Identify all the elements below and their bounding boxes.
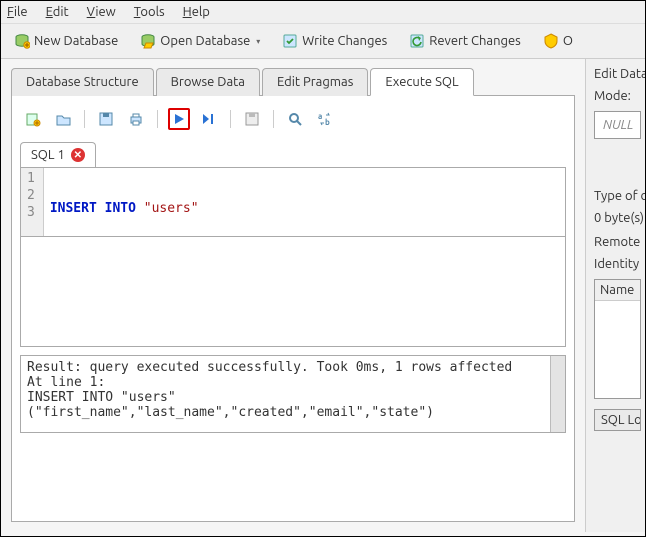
- menu-view[interactable]: View: [87, 5, 116, 19]
- menu-file[interactable]: File: [7, 5, 28, 19]
- write-changes-button[interactable]: Write Changes: [277, 30, 392, 52]
- new-database-label: New Database: [34, 34, 118, 48]
- revert-changes-label: Revert Changes: [429, 34, 521, 48]
- sql-log-button[interactable]: SQL Log: [594, 409, 641, 431]
- find-replace-icon[interactable]: ab: [314, 108, 336, 130]
- menu-edit[interactable]: Edit: [46, 5, 69, 19]
- main-tabs: Database Structure Browse Data Edit Prag…: [11, 67, 575, 96]
- write-changes-icon: [282, 33, 298, 49]
- side-title: Edit Database Cell: [594, 67, 641, 81]
- sql-toolbar: ab: [20, 104, 566, 140]
- close-tab-icon[interactable]: ✕: [71, 148, 85, 162]
- mode-label: Mode:: [594, 89, 641, 103]
- sql-editor[interactable]: 1 2 3 INSERT INTO "users" ("first_name",…: [20, 167, 566, 237]
- tab-execute-sql[interactable]: Execute SQL: [370, 68, 473, 96]
- find-icon[interactable]: [284, 108, 306, 130]
- menu-tools[interactable]: Tools: [134, 5, 165, 19]
- open-database-icon: [140, 33, 156, 49]
- name-column-header[interactable]: Name: [595, 280, 640, 301]
- main-area: Database Structure Browse Data Edit Prag…: [1, 59, 585, 532]
- save-results-icon[interactable]: [241, 108, 263, 130]
- bytes-label: 0 byte(s): [594, 211, 641, 225]
- open-project-button[interactable]: O: [538, 30, 578, 52]
- result-log[interactable]: Result: query executed successfully. Too…: [20, 355, 566, 433]
- revert-changes-icon: [409, 33, 425, 49]
- cell-value-box[interactable]: NULL: [594, 111, 641, 139]
- new-database-button[interactable]: New Database: [9, 30, 123, 52]
- menu-help[interactable]: Help: [183, 5, 210, 19]
- result-line: At line 1:: [27, 375, 559, 390]
- dropdown-arrow-icon[interactable]: ▾: [256, 37, 260, 46]
- execute-sql-panel: ab SQL 1 ✕ 1 2 3 INSERT INTO "users" ("f…: [11, 96, 575, 522]
- remote-label: Remote: [594, 235, 641, 249]
- new-database-icon: [14, 33, 30, 49]
- identity-label: Identity: [594, 257, 641, 271]
- execute-line-icon[interactable]: [198, 108, 220, 130]
- sql-tab-label: SQL 1: [31, 148, 65, 162]
- main-toolbar: New Database Open Database ▾ Write Chang…: [1, 24, 645, 59]
- side-panel: Edit Database Cell Mode: NULL Type of da…: [585, 59, 645, 532]
- save-sql-icon[interactable]: [95, 108, 117, 130]
- new-sql-tab-icon[interactable]: [22, 108, 44, 130]
- open-project-label: O: [563, 34, 573, 48]
- open-sql-file-icon[interactable]: [52, 108, 74, 130]
- line-gutter: 1 2 3: [21, 168, 44, 236]
- type-label: Type of data currently in cell:: [594, 189, 641, 203]
- tab-edit-pragmas[interactable]: Edit Pragmas: [262, 68, 368, 96]
- identity-list[interactable]: Name: [594, 279, 641, 399]
- revert-changes-button[interactable]: Revert Changes: [404, 30, 526, 52]
- sql-tab-1[interactable]: SQL 1 ✕: [20, 142, 96, 167]
- open-database-label: Open Database: [160, 34, 250, 48]
- sql-code-area[interactable]: INSERT INTO "users" ("first_name","last_…: [44, 168, 565, 236]
- open-project-icon: [543, 33, 559, 49]
- write-changes-label: Write Changes: [302, 34, 387, 48]
- results-grid[interactable]: [20, 237, 566, 347]
- menubar: File Edit View Tools Help: [1, 1, 645, 24]
- tab-browse-data[interactable]: Browse Data: [156, 68, 260, 96]
- print-icon[interactable]: [125, 108, 147, 130]
- open-database-button[interactable]: Open Database ▾: [135, 30, 265, 52]
- result-line: Result: query executed successfully. Too…: [27, 360, 559, 375]
- tab-database-structure[interactable]: Database Structure: [11, 68, 154, 96]
- svg-text:b: b: [325, 118, 330, 127]
- svg-text:a: a: [318, 112, 322, 121]
- sql-file-tabs: SQL 1 ✕: [20, 142, 566, 167]
- result-line: INSERT INTO "users": [27, 390, 559, 405]
- execute-sql-button[interactable]: [168, 108, 190, 130]
- result-line: ("first_name","last_name","created","ema…: [27, 405, 559, 420]
